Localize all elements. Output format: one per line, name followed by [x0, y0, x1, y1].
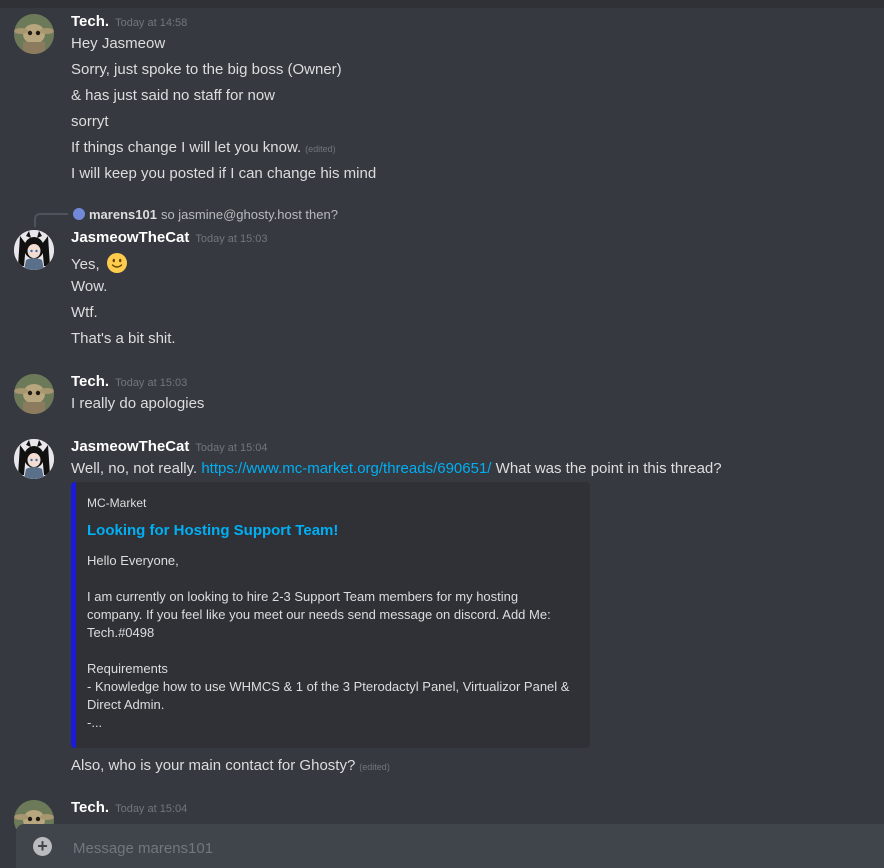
top-bar — [0, 0, 884, 8]
message-text-with-link: Well, no, not really. https://www.mc-mar… — [71, 460, 722, 477]
embed-provider: MC-Market — [87, 496, 147, 510]
timestamp[interactable]: Today at 14:58 — [115, 17, 187, 29]
link-embed: MC-Market Looking for Hosting Support Te… — [71, 482, 590, 748]
username[interactable]: Tech. — [71, 373, 109, 390]
message-composer: + — [16, 824, 884, 868]
slightly-smiling-face-emoji[interactable] — [106, 252, 128, 274]
message-text-edited: Also, who is your main contact for Ghost… — [71, 757, 390, 774]
anime-cat-girl-avatar-icon[interactable] — [14, 230, 54, 270]
baby-yoda-avatar-icon[interactable] — [14, 14, 54, 54]
message-text: If things change I will let you know. — [71, 139, 302, 156]
edited-label: (edited) — [359, 762, 390, 772]
username[interactable]: Tech. — [71, 13, 109, 30]
embed-description: Hello Everyone, I am currently on lookin… — [87, 553, 570, 730]
thread-link[interactable]: https://www.mc-market.org/threads/690651… — [201, 460, 491, 477]
discord-avatar-icon — [73, 208, 85, 220]
reply-text[interactable]: so jasmine@ghosty.host then? — [161, 207, 338, 222]
username[interactable]: Tech. — [71, 799, 109, 816]
timestamp[interactable]: Today at 15:04 — [115, 803, 187, 815]
username[interactable]: JasmeowTheCat — [71, 438, 189, 455]
message-text: Sorry, just spoke to the big boss (Owner… — [71, 61, 342, 78]
timestamp[interactable]: Today at 15:04 — [195, 442, 267, 454]
message-text: Hey Jasmeow — [71, 35, 166, 52]
message-text: I will keep you posted if I can change h… — [71, 165, 377, 182]
message-text-edited: If things change I will let you know. (ed… — [71, 139, 336, 156]
add-attachment-icon[interactable]: + — [33, 837, 52, 856]
message-input[interactable] — [71, 836, 855, 860]
message-text: Well, no, not really. — [71, 460, 198, 477]
reply-author[interactable]: marens101 — [89, 207, 157, 222]
timestamp[interactable]: Today at 15:03 — [195, 233, 267, 245]
message-text: sorryt — [71, 113, 109, 130]
message-text: Also, who is your main contact for Ghost… — [71, 757, 356, 774]
anime-cat-girl-avatar-icon[interactable] — [14, 439, 54, 479]
username[interactable]: JasmeowTheCat — [71, 229, 189, 246]
edited-label: (edited) — [305, 144, 336, 154]
baby-yoda-avatar-icon[interactable] — [14, 374, 54, 414]
message-list: Tech. Today at 14:58 Hey Jasmeow Sorry, j… — [0, 8, 884, 867]
message-text: That's a bit shit. — [71, 330, 176, 347]
reply-preview[interactable]: marens101 so jasmine@ghosty.host then? — [73, 207, 338, 222]
message-text-with-emoji: Yes, — [71, 252, 128, 274]
embed-title-link[interactable]: Looking for Hosting Support Team! — [87, 522, 338, 539]
message-text: I really do apologies — [71, 395, 205, 412]
message-text: Yes, — [71, 256, 100, 273]
message-text: Wow. — [71, 278, 108, 295]
message-text: What was the point in this thread? — [495, 460, 722, 477]
reply-spine — [34, 213, 68, 227]
message-text: Wtf. — [71, 304, 98, 321]
timestamp[interactable]: Today at 15:03 — [115, 377, 187, 389]
message-text: & has just said no staff for now — [71, 87, 276, 104]
